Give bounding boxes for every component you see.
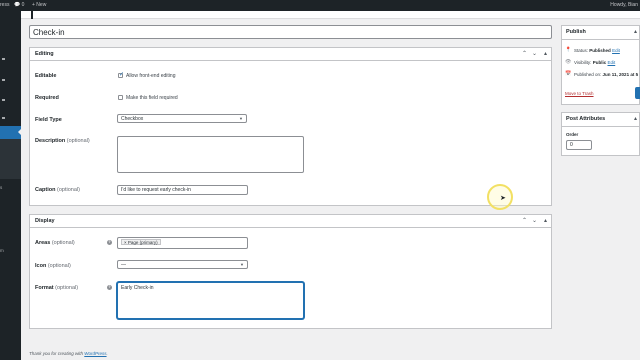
checkmark-icon: ✓ xyxy=(119,72,125,78)
title-input[interactable]: Check-in xyxy=(29,25,552,39)
mouse-pointer-icon: ➤ xyxy=(500,195,506,202)
published-line: Published on: Jun 11, 2021 at 5 xyxy=(574,72,639,77)
areas-label: Areas (optional) xyxy=(35,240,75,246)
order-label: Order xyxy=(566,132,579,137)
visibility-line: Visibility: Public Edit xyxy=(574,60,616,65)
visibility-edit-link[interactable]: Edit xyxy=(607,60,615,65)
move-down-icon[interactable]: ⌄ xyxy=(532,50,537,57)
field-type-select[interactable]: Checkbox ▼ xyxy=(117,114,247,123)
display-title: Display xyxy=(35,218,55,224)
required-checkbox-label[interactable]: Make this field required xyxy=(126,95,178,101)
publish-box: Publish ▴ 📍 Status: Published Edit 👁 Vis… xyxy=(561,25,640,105)
move-to-trash-link[interactable]: Move to Trash xyxy=(565,91,594,96)
caption-input[interactable]: I'd like to request early check-in xyxy=(117,185,248,195)
editable-checkbox-label[interactable]: Allow front-end editing xyxy=(126,73,175,79)
admin-sidebar xyxy=(0,11,21,360)
comments-count: 0 xyxy=(21,2,25,8)
area-tag-page-primary[interactable]: × Page (primary) xyxy=(121,239,161,245)
admin-footer: Thank you for creating with WordPress. xyxy=(29,351,108,356)
format-label: Format (optional) xyxy=(35,285,79,291)
move-down-icon[interactable]: ⌄ xyxy=(532,217,537,224)
icon-select-value: — xyxy=(121,262,126,268)
editable-checkbox[interactable]: ✓ xyxy=(118,72,125,78)
toggle-panel-icon[interactable]: ▴ xyxy=(544,217,547,224)
required-label: Required xyxy=(35,95,59,101)
comments-link[interactable]: 💬 0 xyxy=(14,2,24,8)
field-type-value: Checkbox xyxy=(121,116,144,122)
editing-postbox: Editing ⌃ ⌄ ▴ Editable ✓ Allow front-end… xyxy=(29,47,552,206)
move-up-icon[interactable]: ⌃ xyxy=(522,217,527,224)
post-attributes-title: Post Attributes xyxy=(566,116,606,122)
pin-icon: 📍 xyxy=(565,47,572,53)
icon-label: Icon (optional) xyxy=(35,263,71,269)
display-postbox: Display ⌃ ⌄ ▴ Areas (optional) ? × Page … xyxy=(29,214,552,329)
description-textarea[interactable] xyxy=(117,136,304,173)
icon-select[interactable]: — ▼ xyxy=(117,260,248,269)
editable-label: Editable xyxy=(35,73,57,79)
toggle-panel-icon[interactable]: ▴ xyxy=(634,28,637,35)
sidebar-submenu xyxy=(0,139,21,179)
sidebar-item-b[interactable] xyxy=(2,79,5,81)
editing-postbox-header: Editing ⌃ ⌄ ▴ xyxy=(30,48,551,61)
order-input[interactable]: 0 xyxy=(566,140,592,150)
sidebar-item-s[interactable]: s xyxy=(0,185,2,190)
caption-label: Caption (optional) xyxy=(35,187,80,193)
publish-title: Publish xyxy=(566,29,586,35)
toggle-panel-icon[interactable]: ▴ xyxy=(544,50,547,57)
screen-meta-bar xyxy=(21,11,640,19)
sidebar-item-d[interactable] xyxy=(2,117,5,119)
post-attributes-box: Post Attributes ▴ Order 0 xyxy=(561,112,640,156)
toggle-panel-icon[interactable]: ▴ xyxy=(634,115,637,122)
calendar-icon: 📅 xyxy=(565,71,572,77)
areas-select[interactable]: × Page (primary) xyxy=(117,237,248,249)
sidebar-item-m[interactable]: m xyxy=(0,248,4,253)
status-edit-link[interactable]: Edit xyxy=(612,48,620,53)
sidebar-item-c[interactable] xyxy=(2,99,5,101)
status-line: Status: Published Edit xyxy=(574,48,620,53)
help-icon[interactable]: ? xyxy=(107,285,112,290)
wordpress-link[interactable]: WordPress xyxy=(84,351,106,356)
description-label: Description (optional) xyxy=(35,138,90,144)
site-name-link[interactable]: ress xyxy=(0,2,9,8)
help-icon[interactable]: ? xyxy=(107,240,112,245)
editing-title: Editing xyxy=(35,51,54,57)
move-up-icon[interactable]: ⌃ xyxy=(522,50,527,57)
required-checkbox[interactable] xyxy=(118,95,123,100)
display-postbox-header: Display ⌃ ⌄ ▴ xyxy=(30,215,551,228)
chevron-down-icon: ▼ xyxy=(240,262,244,267)
sidebar-item-a[interactable] xyxy=(2,58,5,60)
field-type-label: Field Type xyxy=(35,117,62,123)
new-content-link[interactable]: + New xyxy=(32,2,46,8)
eye-icon: 👁 xyxy=(565,59,572,65)
account-menu[interactable]: Howdy, Bian xyxy=(610,2,638,8)
update-button[interactable] xyxy=(635,87,640,99)
chevron-down-icon: ▼ xyxy=(239,116,243,121)
admin-bar: ress 💬 0 + New Howdy, Bian xyxy=(0,0,640,11)
format-textarea[interactable]: Early Check-in xyxy=(117,282,304,319)
